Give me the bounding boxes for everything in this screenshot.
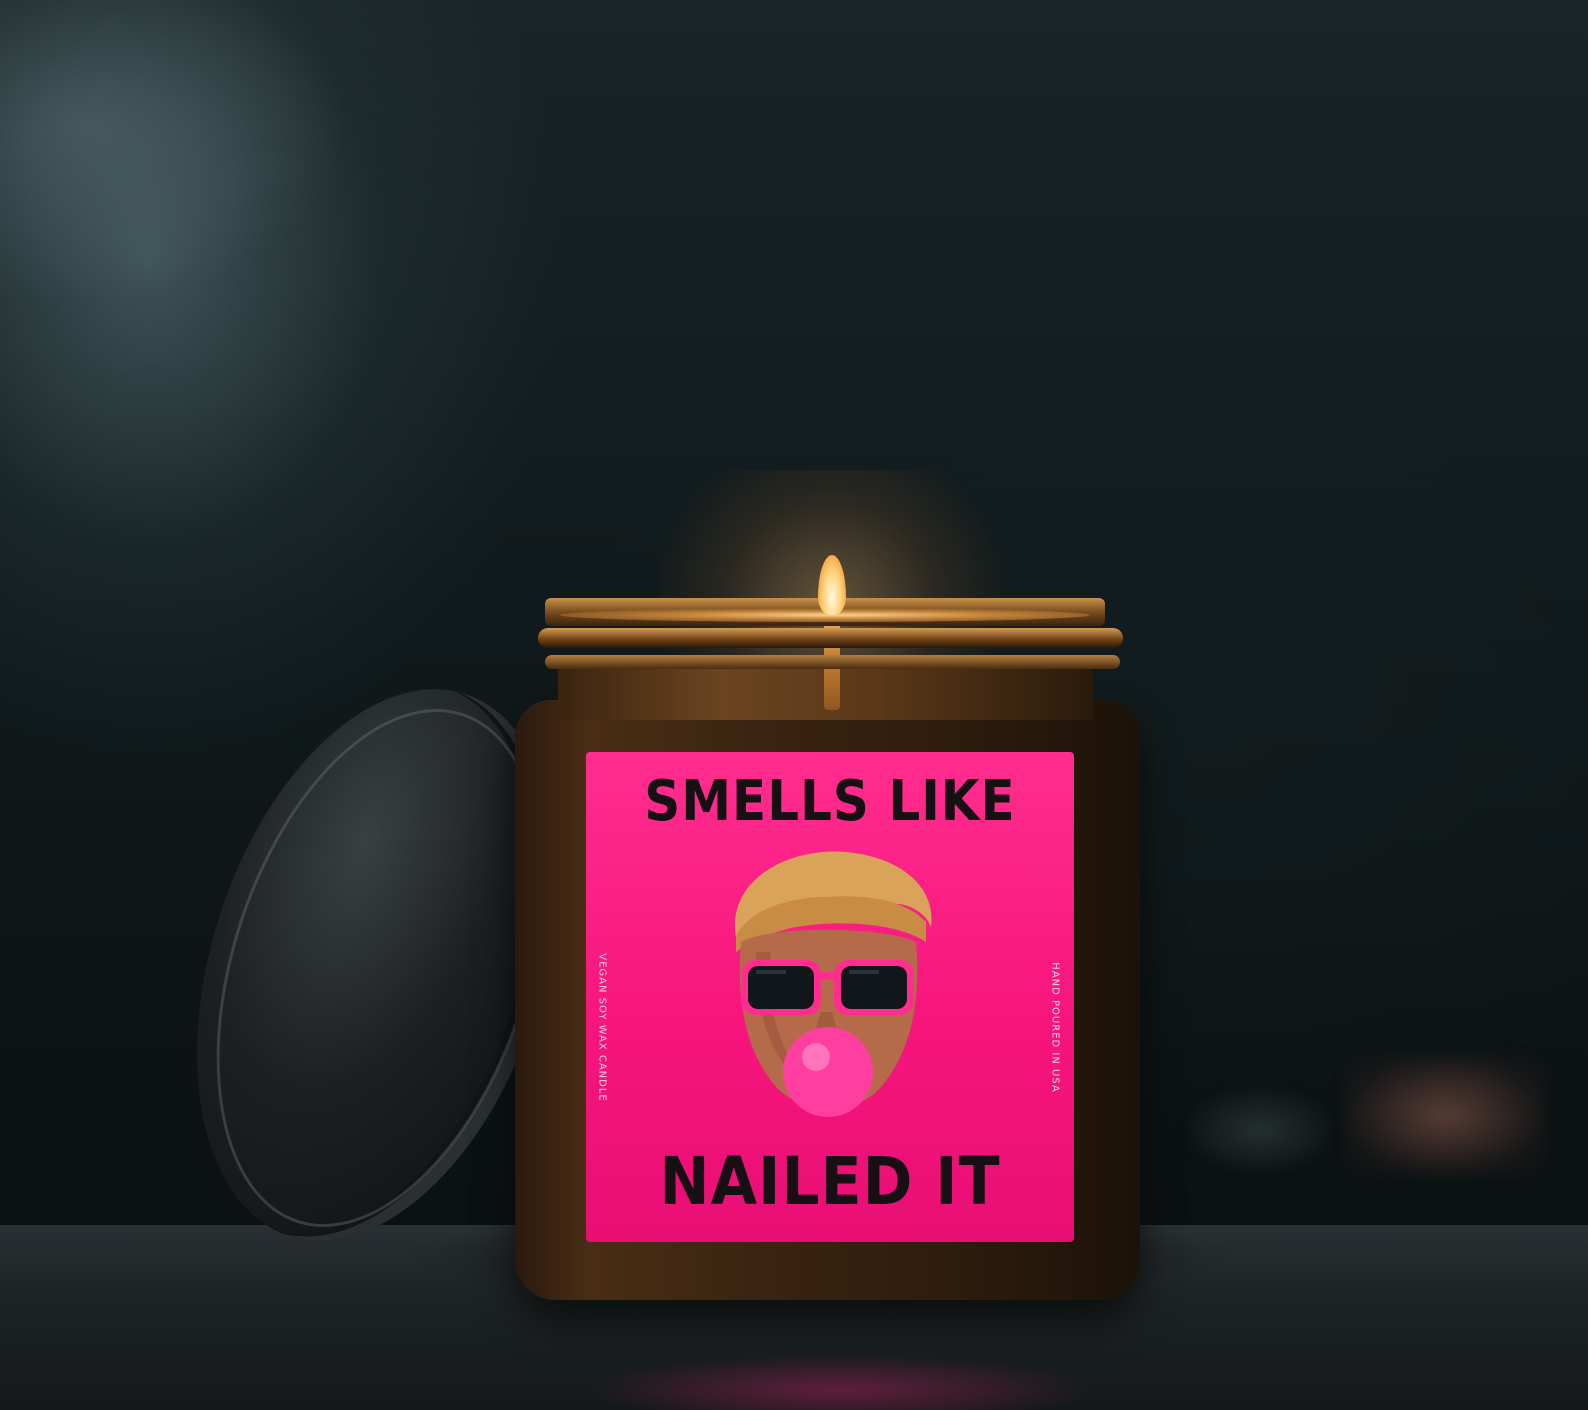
label-left-side-text: VEGAN SOY WAX CANDLE [588,882,616,1172]
face-illustration-icon [734,851,932,1117]
jar-thread-lower [545,655,1120,669]
label-right-side-text: HAND POURED IN USA [1041,882,1069,1172]
candle-photo: SMELLS LIKE VEGAN SOY WAX CANDLE HAND PO… [0,0,1588,1410]
label-top-text: SMELLS LIKE [644,768,1016,834]
pink-reflection [520,1320,1160,1410]
jar-thread-upper [538,628,1123,648]
label-right-text: HAND POURED IN USA [1049,961,1061,1093]
label-bottom-text: NAILED IT [659,1143,1001,1221]
candle-label: SMELLS LIKE VEGAN SOY WAX CANDLE HAND PO… [586,752,1074,1242]
label-left-text: VEGAN SOY WAX CANDLE [596,952,608,1102]
background-bokeh-green [1190,1090,1330,1170]
background-bokeh-copper [1345,1055,1545,1175]
